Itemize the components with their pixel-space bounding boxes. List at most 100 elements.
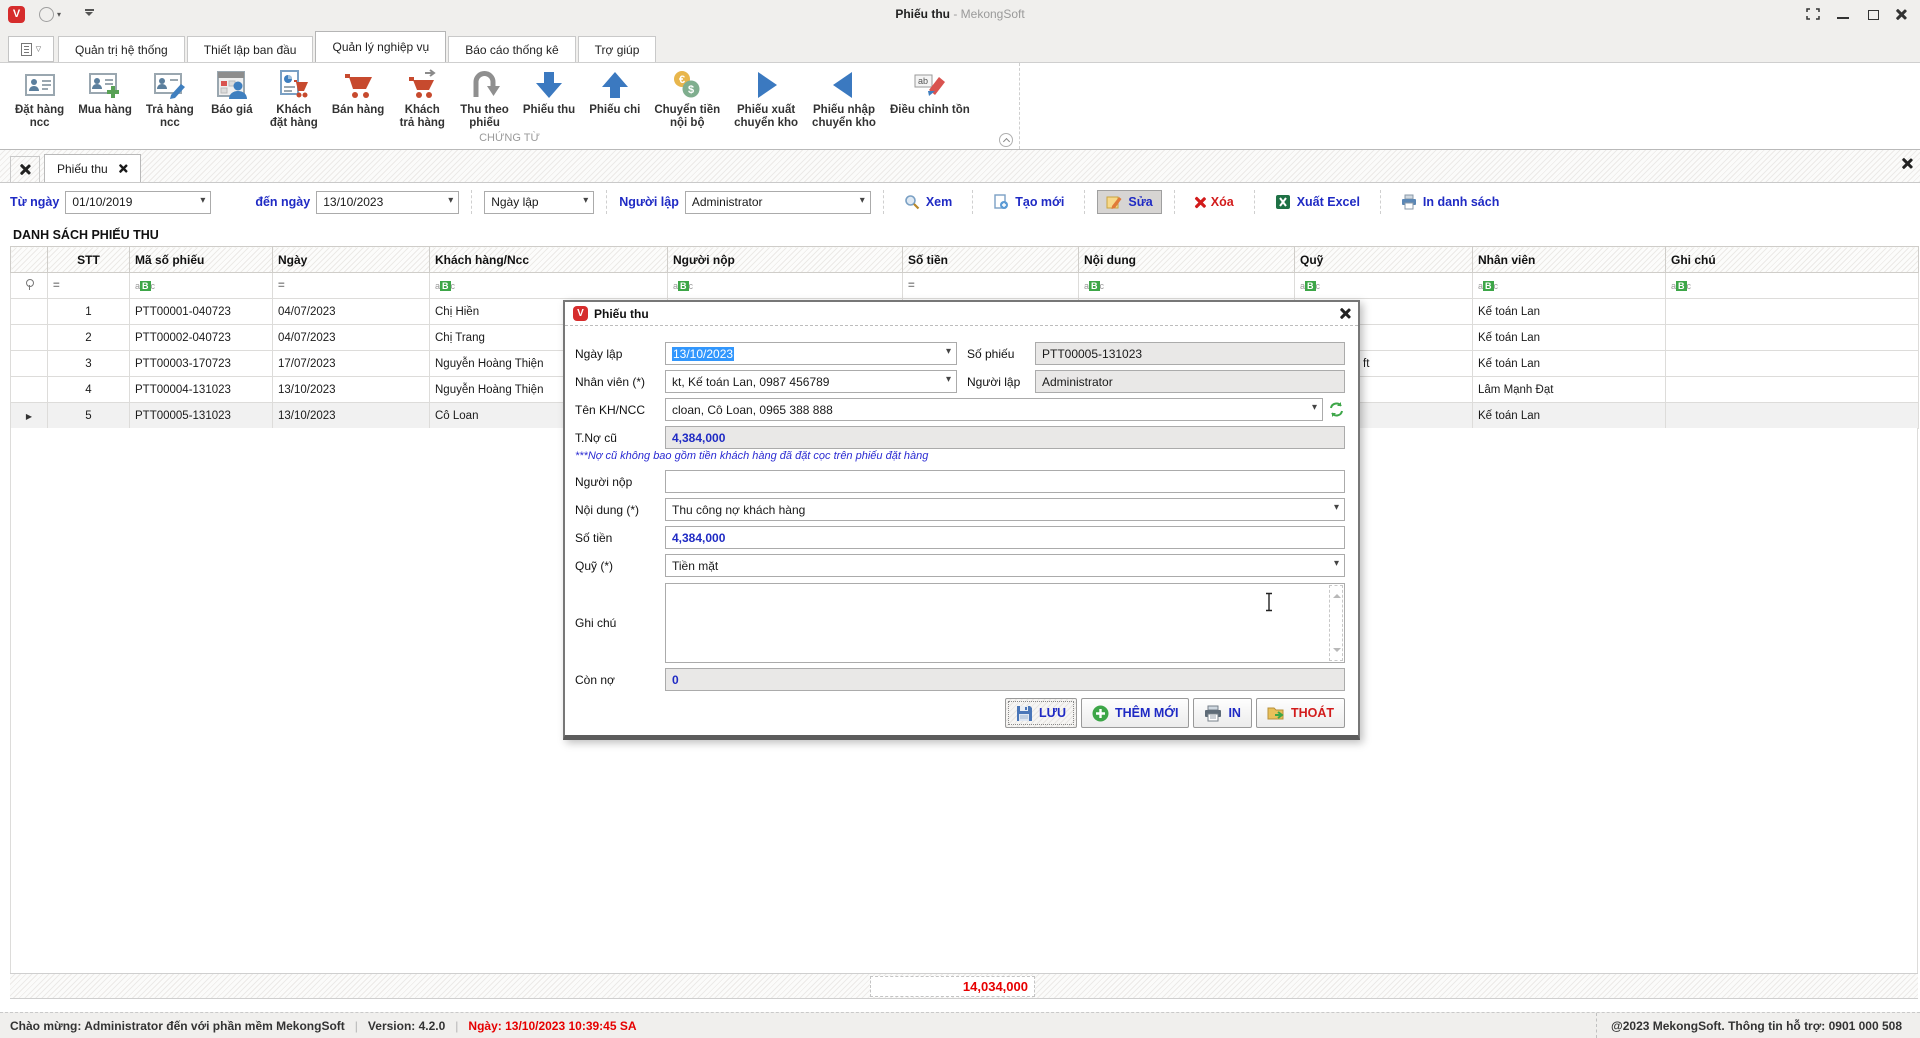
- from-date-combo[interactable]: 01/10/2019: [65, 191, 211, 214]
- tab-tro-giup[interactable]: Trợ giúp: [578, 36, 657, 62]
- tab-thiet-lap-ban-dau[interactable]: Thiết lập ban đầu: [187, 36, 314, 62]
- filter-code[interactable]: aBc: [130, 273, 273, 299]
- filter-date[interactable]: [273, 273, 430, 299]
- number-filter-icon: [908, 280, 915, 292]
- col-khach-hang[interactable]: Khách hàng/Ncc: [430, 247, 668, 273]
- export-excel-button[interactable]: Xuất Excel: [1267, 191, 1368, 213]
- exit-button[interactable]: THOÁT: [1256, 698, 1345, 728]
- doc-tab-phieu-thu[interactable]: Phiếu thu: [44, 154, 141, 182]
- col-ma-so-phieu[interactable]: Mã số phiếu: [130, 247, 273, 273]
- create-new-button[interactable]: Tạo mới: [985, 191, 1072, 213]
- number-filter-icon: [278, 280, 285, 292]
- col-nhan-vien[interactable]: Nhân viên: [1473, 247, 1666, 273]
- ribbon-item-khach-dat-hang[interactable]: Kháchđặt hàng: [263, 66, 325, 132]
- filter-amount[interactable]: [903, 273, 1079, 299]
- filter-staff[interactable]: aBc: [1473, 273, 1666, 299]
- arrow-down-icon: [532, 68, 566, 102]
- ribbon: Đặt hàngncc Mua hàng Trả hàngncc Báo giá…: [0, 62, 1920, 150]
- add-new-button[interactable]: THÊM MỚI: [1081, 698, 1189, 728]
- filter-payer[interactable]: aBc: [668, 273, 903, 299]
- old-debt-field[interactable]: 4,384,000: [665, 426, 1345, 449]
- filter-stt[interactable]: [48, 273, 130, 299]
- number-filter-icon: [53, 280, 60, 292]
- content-combo[interactable]: Thu công nợ khách hàng: [665, 498, 1345, 521]
- staff-combo[interactable]: kt, Kế toán Lan, 0987 456789: [665, 370, 957, 393]
- save-button[interactable]: LƯU: [1005, 698, 1077, 728]
- ribbon-item-phieu-xuat-chuyen-kho[interactable]: Phiếu xuấtchuyển kho: [727, 66, 805, 132]
- ribbon-item-phieu-thu[interactable]: Phiếu thu: [516, 66, 582, 119]
- scrollbar[interactable]: [1329, 585, 1343, 661]
- amount-input[interactable]: 4,384,000: [665, 526, 1345, 549]
- creator-field[interactable]: Administrator: [1035, 370, 1345, 393]
- print-list-button[interactable]: In danh sách: [1393, 191, 1507, 213]
- printer-icon: [1204, 705, 1222, 722]
- ribbon-item-tra-hang-ncc[interactable]: Trả hàngncc: [139, 66, 201, 132]
- triangle-right-icon: [749, 68, 783, 102]
- title-bar: V ▾ Phiếu thu - MekongSoft: [0, 0, 1920, 28]
- text-filter-icon: aBc: [1300, 281, 1320, 291]
- col-stt[interactable]: STT: [48, 247, 130, 273]
- dialog-logo-icon: V: [573, 306, 588, 321]
- tab-quan-tri-he-thong[interactable]: Quản trị hệ thống: [58, 36, 185, 62]
- col-ghi-chu[interactable]: Ghi chú: [1666, 247, 1919, 273]
- ribbon-item-phieu-nhap-chuyen-kho[interactable]: Phiếu nhậpchuyển kho: [805, 66, 883, 132]
- date-combo[interactable]: 13/10/2023: [665, 342, 957, 365]
- ribbon-group-chung-tu: Đặt hàngncc Mua hàng Trả hàngncc Báo giá…: [0, 63, 1020, 149]
- close-button[interactable]: [1896, 9, 1906, 20]
- col-nguoi-nop[interactable]: Người nộp: [668, 247, 903, 273]
- col-ngay[interactable]: Ngày: [273, 247, 430, 273]
- payer-label: Người nộp: [575, 475, 665, 489]
- filter-fund[interactable]: aBc: [1295, 273, 1473, 299]
- ribbon-item-ban-hang[interactable]: Bán hàng: [325, 66, 391, 119]
- amount-label: Số tiền: [575, 531, 665, 545]
- ribbon-item-bao-gia[interactable]: Báo giá: [201, 66, 263, 119]
- plus-circle-icon: [1092, 705, 1109, 722]
- fullscreen-icon[interactable]: [1806, 8, 1820, 20]
- col-so-tien[interactable]: Số tiền: [903, 247, 1079, 273]
- sort-field-combo[interactable]: Ngày lập: [484, 191, 594, 214]
- copyright-text: @2023 MekongSoft. Thông tin hỗ trợ: 0901…: [1611, 1019, 1920, 1033]
- close-tab-icon[interactable]: [119, 164, 127, 173]
- text-filter-icon: aBc: [135, 281, 155, 291]
- ribbon-collapse-icon[interactable]: [999, 133, 1013, 147]
- ribbon-item-khach-tra-hang[interactable]: Kháchtrả hàng: [391, 66, 453, 132]
- ribbon-group-label: CHỨNG TỪ: [0, 132, 1019, 148]
- to-date-combo[interactable]: 13/10/2023: [316, 191, 459, 214]
- arrow-up-icon: [598, 68, 632, 102]
- close-all-tabs-button[interactable]: [10, 156, 40, 182]
- tabstrip-close-icon[interactable]: [1902, 158, 1912, 169]
- filter-note[interactable]: aBc: [1666, 273, 1919, 299]
- remark-textarea[interactable]: [665, 583, 1345, 663]
- creator-combo[interactable]: Administrator: [685, 191, 871, 214]
- fund-combo[interactable]: Tiền mặt: [665, 554, 1345, 577]
- view-button[interactable]: Xem: [896, 191, 960, 213]
- magnifier-icon: [904, 194, 920, 210]
- ribbon-item-phieu-chi[interactable]: Phiếu chi: [582, 66, 647, 119]
- tab-quan-ly-nghiep-vu[interactable]: Quản lý nghiệp vụ: [315, 31, 446, 62]
- col-quy[interactable]: Quỹ: [1295, 247, 1473, 273]
- application-menu-button[interactable]: ▽: [8, 36, 54, 62]
- number-field[interactable]: PTT00005-131023: [1035, 342, 1345, 365]
- ribbon-item-thu-theo-phieu[interactable]: Thu theophiếu: [453, 66, 516, 132]
- filter-content[interactable]: aBc: [1079, 273, 1295, 299]
- ribbon-item-mua-hang[interactable]: Mua hàng: [71, 66, 139, 119]
- selected-row-marker: [11, 403, 48, 429]
- minimize-button[interactable]: [1836, 8, 1850, 20]
- refresh-icon[interactable]: [1328, 401, 1345, 418]
- tab-bao-cao-thong-ke[interactable]: Báo cáo thống kê: [448, 36, 575, 62]
- payer-input[interactable]: [665, 470, 1345, 493]
- contact-card-plus-icon: [88, 68, 122, 102]
- customer-combo[interactable]: cloan, Cô Loan, 0965 388 888: [665, 398, 1323, 421]
- remaining-field[interactable]: 0: [665, 668, 1345, 691]
- ribbon-item-dieu-chinh-ton[interactable]: ab Điều chỉnh tồn: [883, 66, 977, 119]
- maximize-button[interactable]: [1866, 8, 1880, 20]
- filter-customer[interactable]: aBc: [430, 273, 668, 299]
- edit-button[interactable]: Sửa: [1097, 190, 1161, 214]
- ribbon-item-chuyen-tien-noi-bo[interactable]: €$ Chuyển tiềnnội bộ: [647, 66, 727, 132]
- print-button[interactable]: IN: [1193, 698, 1252, 728]
- ribbon-item-dat-hang-ncc[interactable]: Đặt hàngncc: [8, 66, 71, 132]
- delete-x-icon: [1195, 196, 1206, 208]
- delete-button[interactable]: Xóa: [1187, 192, 1242, 212]
- col-noi-dung[interactable]: Nội dung: [1079, 247, 1295, 273]
- dialog-close-icon[interactable]: [1340, 308, 1350, 319]
